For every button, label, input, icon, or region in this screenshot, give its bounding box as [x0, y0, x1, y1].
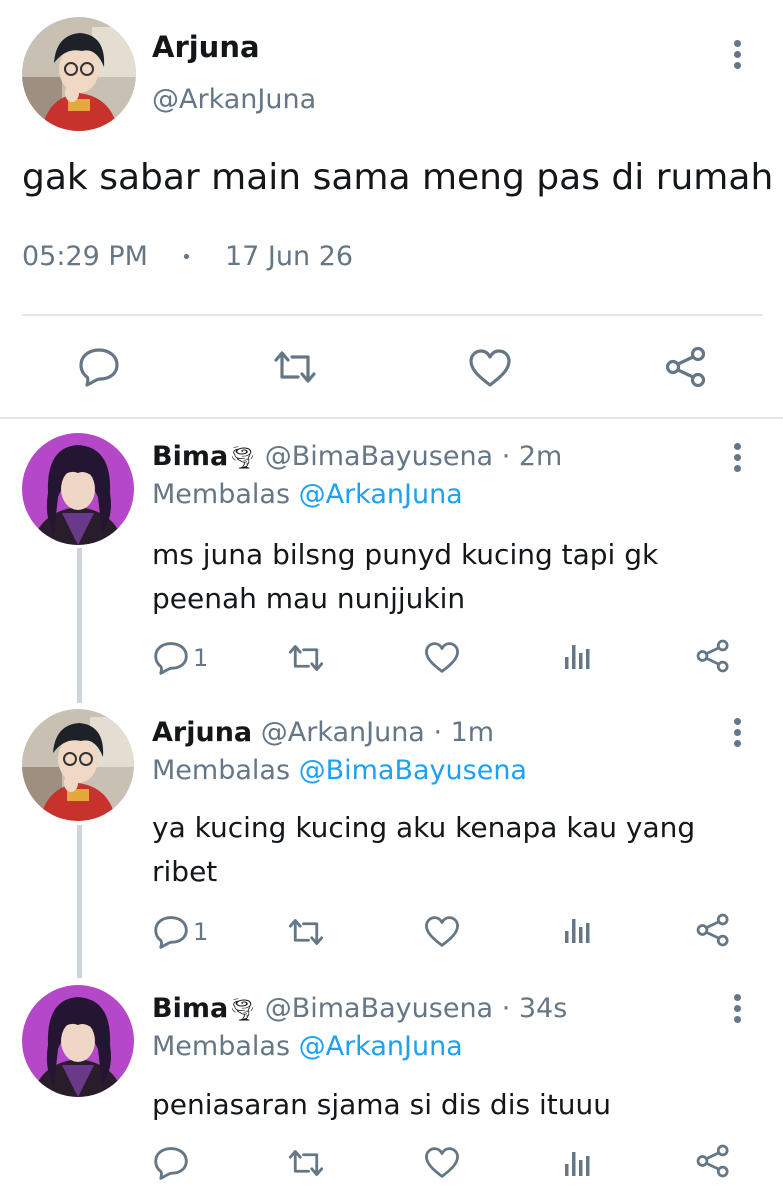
- reply-author-handle[interactable]: @ArkanJuna: [261, 717, 425, 748]
- reply-author-name[interactable]: Bima: [152, 441, 228, 472]
- share-icon[interactable]: [695, 913, 731, 947]
- thread-connector: [77, 548, 82, 703]
- replying-to-link[interactable]: @ArkanJuna: [299, 1031, 463, 1062]
- retweet-icon[interactable]: [272, 349, 318, 385]
- reply-text-line: peenah mau nunjjukin: [152, 582, 466, 615]
- reply-text: ms juna bilsng punyd kucing tapi gk peen…: [152, 533, 658, 621]
- reply-header: Bima🌪 @BimaBayusena · 2m: [152, 441, 562, 472]
- replying-to: Membalas @ArkanJuna: [152, 1031, 463, 1062]
- tornado-emoji: 🌪: [228, 998, 257, 1023]
- replying-to-link[interactable]: @BimaBayusena: [299, 755, 527, 786]
- share-icon[interactable]: [695, 1144, 731, 1178]
- reply-count: 1: [193, 918, 209, 946]
- retweet-icon[interactable]: [287, 917, 325, 947]
- reply-avatar[interactable]: [22, 433, 134, 545]
- more-vertical-icon[interactable]: [731, 718, 743, 751]
- retweet-icon[interactable]: [287, 1148, 325, 1178]
- more-vertical-icon[interactable]: [731, 443, 743, 476]
- reply-count: 1: [193, 644, 209, 672]
- reply-text: ya kucing kucing aku kenapa kau yang rib…: [152, 806, 695, 894]
- divider: [0, 417, 783, 419]
- tornado-emoji: 🌪: [228, 446, 257, 471]
- reply-author-handle[interactable]: @BimaBayusena: [265, 993, 493, 1024]
- timestamp-separator: •: [181, 247, 192, 268]
- like-icon[interactable]: [468, 348, 512, 388]
- reply-icon[interactable]: [153, 641, 189, 675]
- main-tweet-text: gak sabar main sama meng pas di rumah: [22, 157, 774, 198]
- share-icon[interactable]: [695, 639, 731, 673]
- reply-avatar[interactable]: [22, 709, 134, 821]
- main-avatar[interactable]: [22, 17, 136, 131]
- divider: [22, 314, 763, 316]
- replying-label: Membalas: [152, 755, 291, 786]
- replying-label: Membalas: [152, 479, 291, 510]
- main-author-handle[interactable]: @ArkanJuna: [152, 84, 316, 115]
- reply-text-line: peniasaran sjama si dis dis ituuu: [152, 1088, 611, 1121]
- reply-header: Arjuna @ArkanJuna · 1m: [152, 717, 494, 748]
- like-icon[interactable]: [424, 915, 460, 948]
- more-vertical-icon[interactable]: [731, 40, 743, 73]
- reply-time: · 1m: [433, 717, 495, 748]
- like-icon[interactable]: [424, 641, 460, 674]
- reply-text: peniasaran sjama si dis dis ituuu: [152, 1083, 611, 1127]
- share-icon[interactable]: [664, 346, 708, 388]
- reply-header: Bima🌪 @BimaBayusena · 34s: [152, 993, 567, 1024]
- reply-text-line: ya kucing kucing aku kenapa kau yang: [152, 811, 696, 844]
- reply-author-name[interactable]: Arjuna: [152, 717, 252, 748]
- more-vertical-icon[interactable]: [731, 994, 743, 1027]
- retweet-icon[interactable]: [287, 643, 325, 673]
- tweet-timestamp: 05:29 PM • 17 Jun 26: [22, 241, 353, 272]
- replying-to: Membalas @BimaBayusena: [152, 755, 527, 786]
- tweet-date: 17 Jun 26: [224, 241, 354, 272]
- main-author-name[interactable]: Arjuna: [152, 30, 260, 64]
- analytics-icon[interactable]: [563, 915, 593, 945]
- thread-connector: [77, 825, 82, 978]
- reply-time: · 34s: [501, 993, 568, 1024]
- reply-icon[interactable]: [153, 915, 189, 949]
- replying-label: Membalas: [152, 1031, 291, 1062]
- reply-time: · 2m: [501, 441, 563, 472]
- reply-author-handle[interactable]: @BimaBayusena: [265, 441, 493, 472]
- reply-icon[interactable]: [153, 1146, 189, 1180]
- reply-icon[interactable]: [78, 347, 120, 387]
- tweet-time: 05:29 PM: [22, 241, 148, 272]
- reply-text-line: ms juna bilsng punyd kucing tapi gk: [152, 538, 659, 571]
- analytics-icon[interactable]: [563, 1148, 593, 1178]
- like-icon[interactable]: [424, 1146, 460, 1179]
- reply-avatar[interactable]: [22, 985, 134, 1097]
- reply-text-line: ribet: [152, 855, 218, 888]
- analytics-icon[interactable]: [563, 641, 593, 671]
- reply-author-name[interactable]: Bima: [152, 993, 228, 1024]
- replying-to-link[interactable]: @ArkanJuna: [299, 479, 463, 510]
- replying-to: Membalas @ArkanJuna: [152, 479, 463, 510]
